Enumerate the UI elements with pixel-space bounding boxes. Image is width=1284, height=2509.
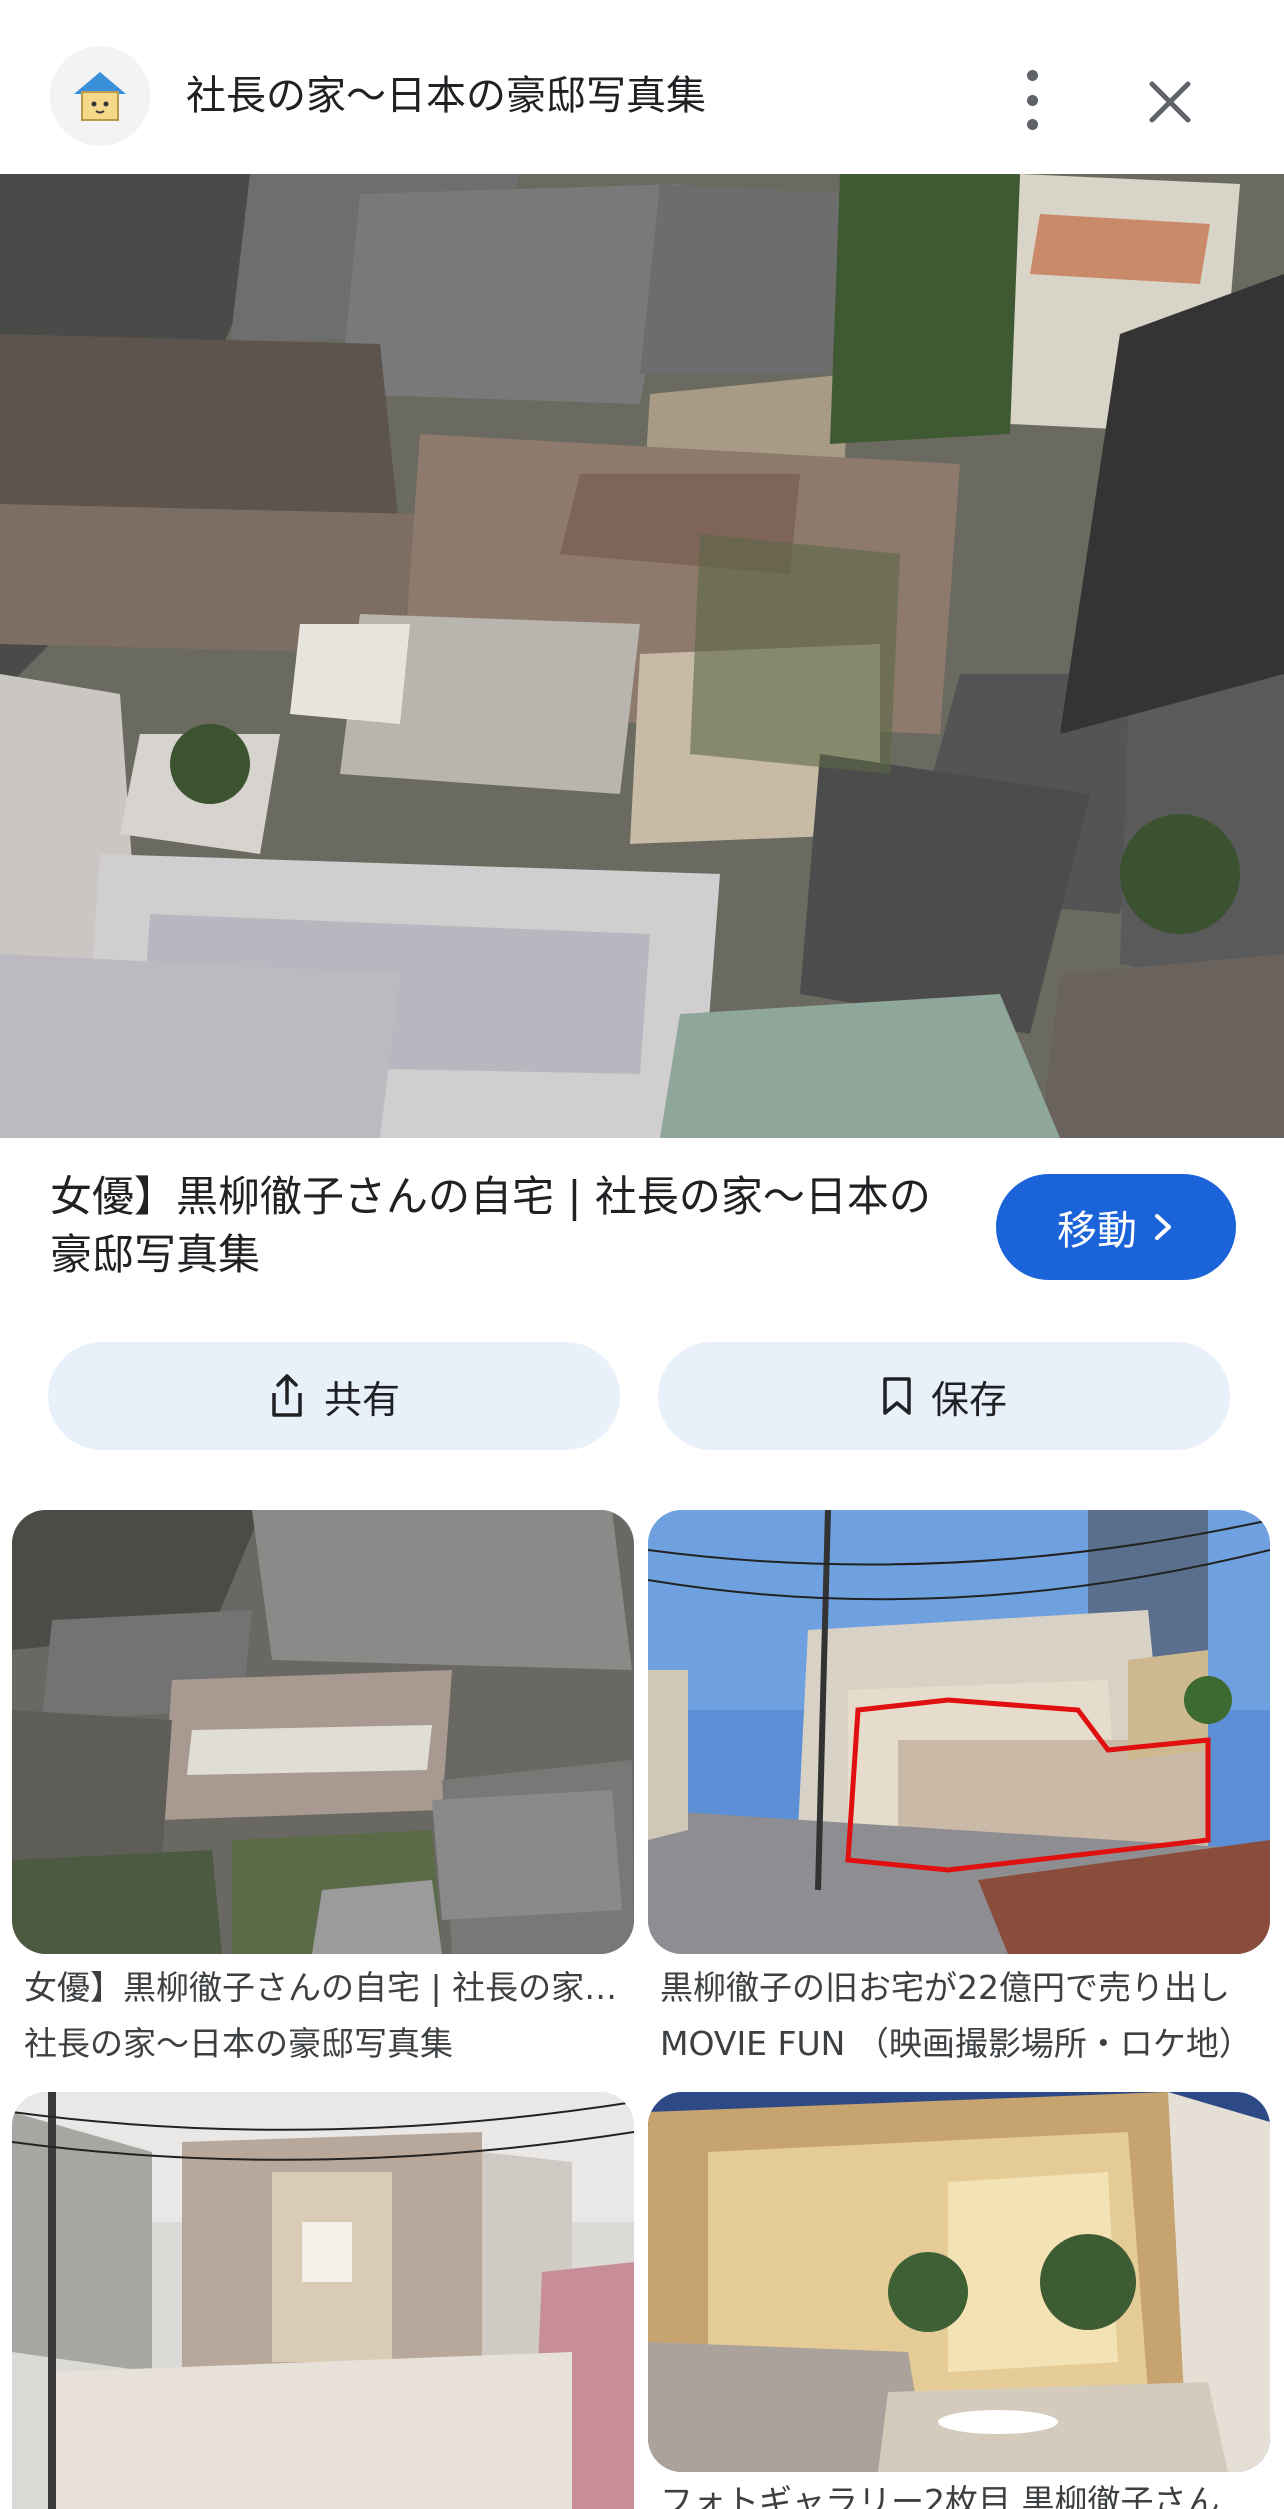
related-caption-2[interactable]: 黒柳徹子の旧お宅が22億円で売り出し MOVIE FUN （映画撮影場所・ロケ地…: [660, 1960, 1282, 2072]
bookmark-icon: [883, 1377, 911, 1415]
viewer-header: 社長の家〜日本の豪邸写真集: [0, 18, 1284, 174]
related-caption-line2: 社長の家〜日本の豪邸写真集: [24, 2024, 453, 2063]
kebab-menu-icon[interactable]: [1010, 70, 1054, 130]
related-image-1[interactable]: [12, 1510, 634, 1954]
related-caption-1[interactable]: 女優】黒柳徹子さんの自宅 | 社長の家〜日本の豪邸写真集 社長の家〜日本の豪邸写…: [24, 1960, 646, 2072]
related-image-4[interactable]: [648, 2092, 1270, 2472]
related-caption-line1: 黒柳徹子の旧お宅が22億円で売り出し: [660, 1968, 1230, 2007]
related-caption-line1: フォトギャラリー2枚目 黒柳徹子さん: [660, 2482, 1220, 2509]
visit-label: 移動: [1057, 1208, 1137, 1254]
related-caption-4[interactable]: フォトギャラリー2枚目 黒柳徹子さん: [660, 2472, 1282, 2509]
result-title[interactable]: 女優】黒柳徹子さんの自宅 | 社長の家〜日本の豪邸写真集: [50, 1168, 950, 1284]
share-icon: [272, 1374, 302, 1417]
status-divider: [0, 0, 1284, 20]
hero-image[interactable]: [0, 174, 1284, 1138]
chevron-right-icon: [1155, 1214, 1171, 1240]
save-label: 保存: [930, 1377, 1007, 1422]
house-icon: [50, 46, 150, 146]
related-caption-line1: 女優】黒柳徹子さんの自宅 | 社長の家〜日本の豪邸写真集: [24, 1968, 646, 2007]
related-image-3[interactable]: [12, 2092, 634, 2509]
visit-button[interactable]: 移動: [996, 1174, 1236, 1280]
save-button[interactable]: 保存: [658, 1342, 1230, 1450]
close-icon[interactable]: [1146, 78, 1194, 126]
share-label: 共有: [323, 1377, 400, 1422]
site-title: 社長の家〜日本の豪邸写真集: [186, 73, 706, 119]
related-image-2[interactable]: [648, 1510, 1270, 1954]
related-caption-line2: MOVIE FUN （映画撮影場所・ロケ地）: [660, 2024, 1252, 2063]
share-button[interactable]: 共有: [48, 1342, 620, 1450]
